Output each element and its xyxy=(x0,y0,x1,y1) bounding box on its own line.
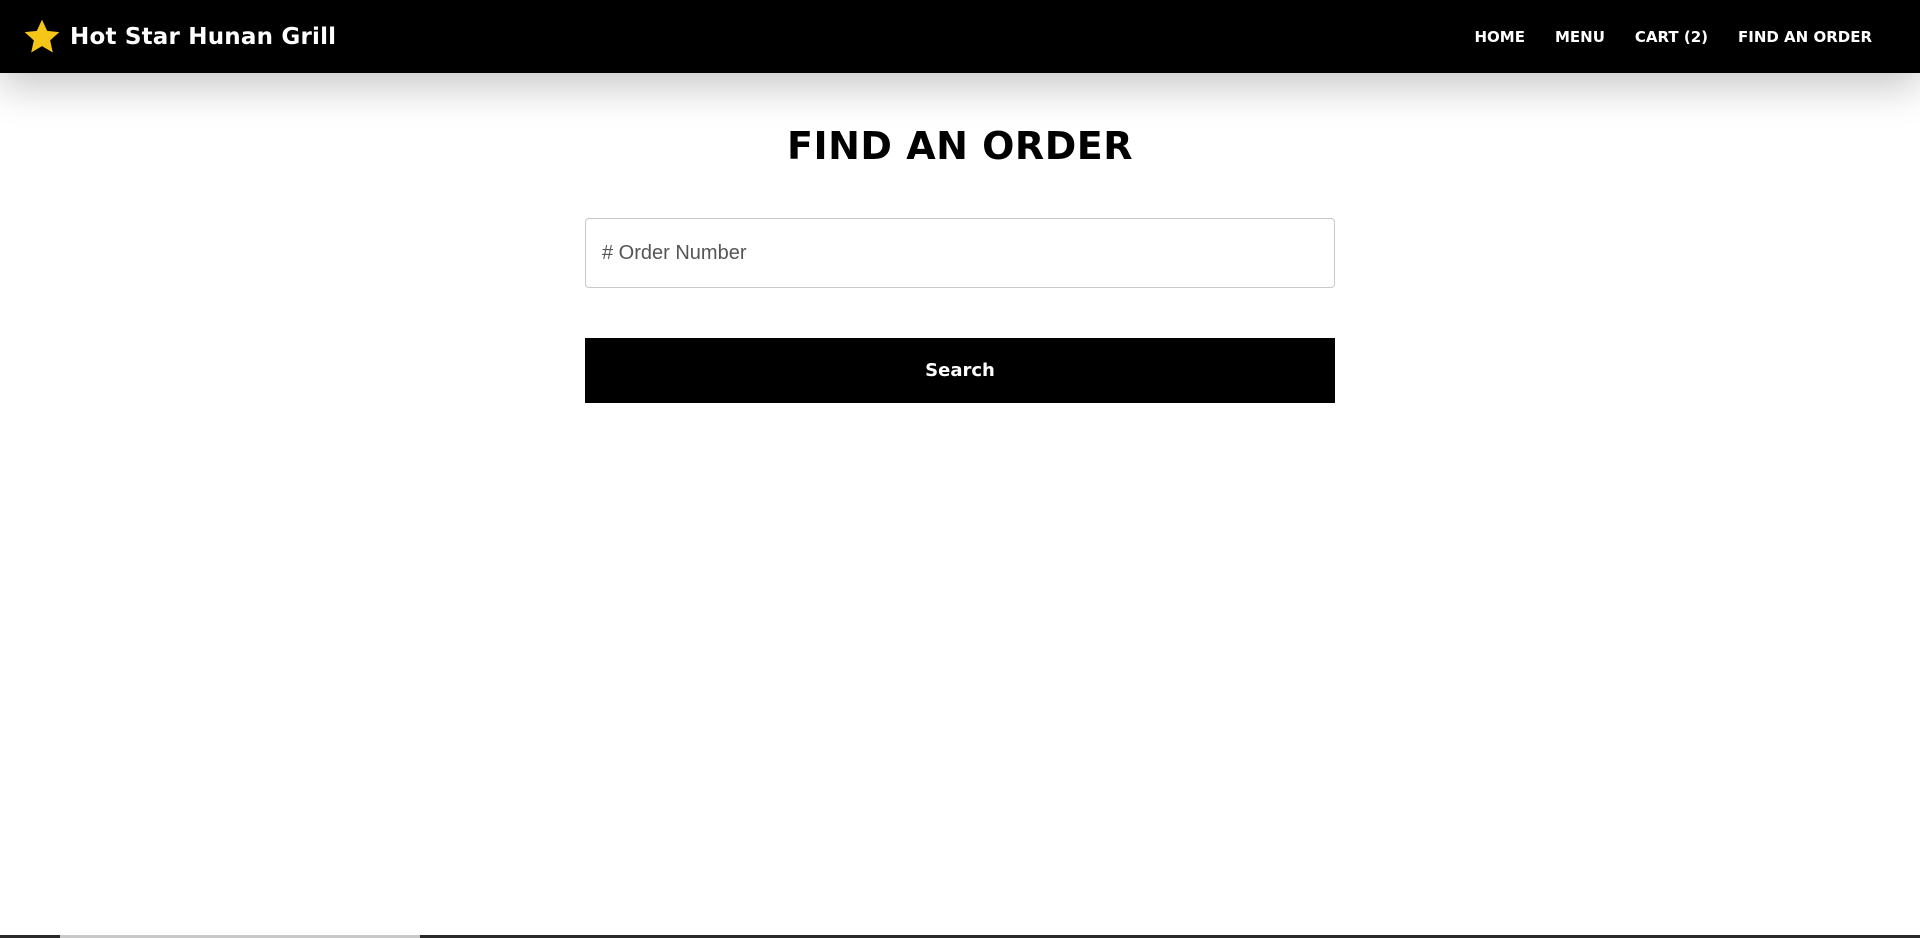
nav-home-link[interactable]: HOME xyxy=(1474,28,1524,46)
brand-link[interactable]: Hot Star Hunan Grill xyxy=(22,17,336,57)
star-icon xyxy=(24,19,60,53)
find-order-section: FIND AN ORDER Search xyxy=(0,73,1920,938)
main-nav: HOME MENU CART (2) FIND AN ORDER xyxy=(1474,28,1872,46)
top-navbar: Hot Star Hunan Grill HOME MENU CART (2) … xyxy=(0,0,1920,73)
order-number-input[interactable] xyxy=(585,218,1335,288)
nav-find-order-link[interactable]: FIND AN ORDER xyxy=(1738,28,1872,46)
search-button[interactable]: Search xyxy=(585,338,1335,403)
page-title: FIND AN ORDER xyxy=(787,124,1133,168)
nav-cart-link[interactable]: CART (2) xyxy=(1635,28,1708,46)
nav-menu-link[interactable]: MENU xyxy=(1555,28,1605,46)
brand-name: Hot Star Hunan Grill xyxy=(70,23,337,50)
